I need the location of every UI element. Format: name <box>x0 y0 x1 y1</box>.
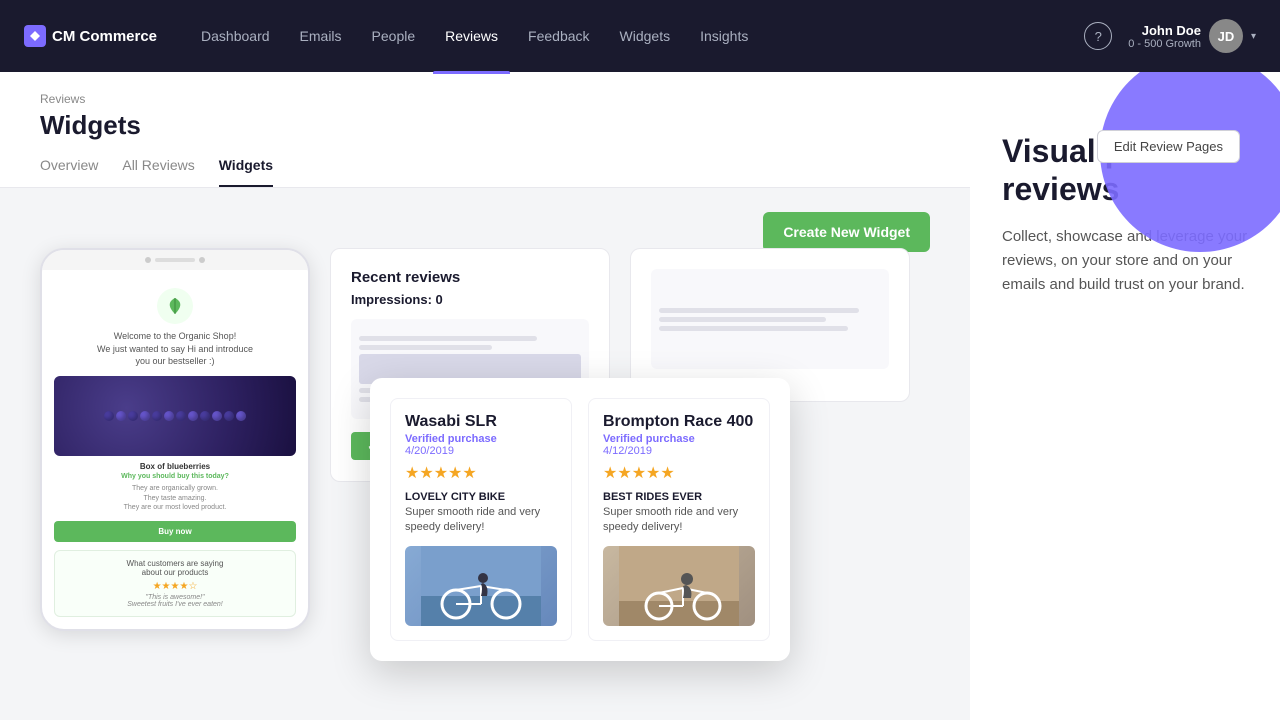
berry <box>164 411 174 421</box>
tab-overview[interactable]: Overview <box>40 157 98 187</box>
phone-reviews-title: What customers are saying about our prod… <box>63 559 287 577</box>
preview-line <box>659 317 826 322</box>
popup-stars-1: ★★★★★ <box>405 463 557 483</box>
popup-date-2: 4/12/2019 <box>603 445 755 457</box>
logo-icon <box>24 25 46 47</box>
popup-verified-1: Verified purchase <box>405 433 557 445</box>
nav-feedback[interactable]: Feedback <box>516 20 601 52</box>
page-header: Reviews Widgets Overview All Reviews Wid… <box>0 72 970 188</box>
nav-right: ? John Doe 0 - 500 Growth JD ▾ <box>1084 19 1256 53</box>
breadcrumb: Reviews <box>40 92 930 106</box>
widget-card-title: Recent reviews <box>351 269 589 286</box>
tab-widgets[interactable]: Widgets <box>219 157 273 187</box>
phone-reviews-section: What customers are saying about our prod… <box>54 550 296 617</box>
nav-emails[interactable]: Emails <box>288 20 354 52</box>
page-title: Widgets <box>40 110 930 141</box>
user-menu[interactable]: John Doe 0 - 500 Growth JD ▾ <box>1128 19 1256 53</box>
popup-card-wasabi: Wasabi SLR Verified purchase 4/20/2019 ★… <box>390 398 572 641</box>
berry <box>212 411 222 421</box>
help-button[interactable]: ? <box>1084 22 1112 50</box>
popup-product-name-2: Brompton Race 400 <box>603 413 755 431</box>
popup-verified-2: Verified purchase <box>603 433 755 445</box>
review-popup: Wasabi SLR Verified purchase 4/20/2019 ★… <box>370 378 790 661</box>
berry <box>152 411 162 421</box>
berry <box>104 411 114 421</box>
create-widget-button[interactable]: Create New Widget <box>763 212 930 252</box>
berry <box>128 411 138 421</box>
nav-insights[interactable]: Insights <box>688 20 760 52</box>
nav-people[interactable]: People <box>360 20 428 52</box>
popup-review-text-1: Super smooth ride and very speedy delive… <box>405 505 557 536</box>
nav-widgets[interactable]: Widgets <box>608 20 683 52</box>
content-body: Create New Widget <box>0 188 970 720</box>
phone-content: Welcome to the Organic Shop! We just wan… <box>42 270 308 629</box>
user-name: John Doe <box>1128 23 1201 38</box>
preview-line <box>359 345 492 350</box>
main-area: Reviews Widgets Overview All Reviews Wid… <box>0 72 1280 720</box>
left-content: Reviews Widgets Overview All Reviews Wid… <box>0 72 970 720</box>
tab-all-reviews[interactable]: All Reviews <box>122 157 194 187</box>
popup-image-2 <box>603 546 755 626</box>
popup-review-title-2: BEST RIDES EVER <box>603 491 755 503</box>
phone-mockup: Welcome to the Organic Shop! We just wan… <box>40 248 310 631</box>
popup-race-bike-image <box>603 546 755 626</box>
popup-date-1: 4/20/2019 <box>405 445 557 457</box>
popup-stars-2: ★★★★★ <box>603 463 755 483</box>
right-panel-wrapper: Visual product reviews Collect, showcase… <box>970 72 1280 720</box>
berry <box>116 411 126 421</box>
leaf-icon <box>157 288 193 324</box>
phone-notch-bar <box>42 250 308 270</box>
nav-logo[interactable]: CM Commerce <box>24 25 157 47</box>
phone-logo <box>157 288 193 324</box>
phone-notch-dot <box>145 257 151 263</box>
city-bike-icon <box>421 546 541 626</box>
race-bike-icon <box>619 546 739 626</box>
popup-city-image <box>405 546 557 626</box>
phone-notch-line <box>155 258 195 262</box>
popup-review-text-2: Super smooth ride and very speedy delive… <box>603 505 755 536</box>
phone-review-text: "This is awesome!" Sweetest fruits I've … <box>63 594 287 608</box>
berry <box>176 411 186 421</box>
phone-notch-dot-2 <box>199 257 205 263</box>
nav-dashboard[interactable]: Dashboard <box>189 20 282 52</box>
user-info: John Doe 0 - 500 Growth <box>1128 23 1201 50</box>
phone-desc: They are organically grown. They taste a… <box>54 484 296 513</box>
avatar: JD <box>1209 19 1243 53</box>
berry <box>236 411 246 421</box>
popup-review-title-1: LOVELY CITY BIKE <box>405 491 557 503</box>
widget-preview-2 <box>651 269 889 369</box>
phone-stars: ★★★★☆ <box>63 581 287 592</box>
chevron-down-icon: ▾ <box>1251 31 1256 42</box>
popup-image-1 <box>405 546 557 626</box>
widget-preview-lines-2 <box>651 300 889 339</box>
phone-product-image <box>54 376 296 456</box>
preview-line <box>659 326 848 331</box>
berry <box>200 411 210 421</box>
phone-buy-button[interactable]: Buy now <box>54 521 296 542</box>
berry <box>188 411 198 421</box>
berry <box>224 411 234 421</box>
phone-welcome: Welcome to the Organic Shop! We just wan… <box>54 330 296 368</box>
berry <box>140 411 150 421</box>
nav-reviews[interactable]: Reviews <box>433 20 510 52</box>
preview-line <box>659 308 859 313</box>
blueberry-visual <box>54 376 296 456</box>
page-tabs: Overview All Reviews Widgets <box>40 157 930 187</box>
navbar: CM Commerce Dashboard Emails People Revi… <box>0 0 1280 72</box>
preview-line <box>359 336 537 341</box>
popup-card-brompton: Brompton Race 400 Verified purchase 4/12… <box>588 398 770 641</box>
phone-why-label: Why you should buy this today? <box>54 473 296 480</box>
popup-product-name-1: Wasabi SLR <box>405 413 557 431</box>
nav-links: Dashboard Emails People Reviews Feedback… <box>189 20 1084 52</box>
widget-impressions: Impressions: 0 <box>351 292 589 307</box>
phone-product-name: Box of blueberries <box>54 462 296 471</box>
user-plan: 0 - 500 Growth <box>1128 38 1201 50</box>
